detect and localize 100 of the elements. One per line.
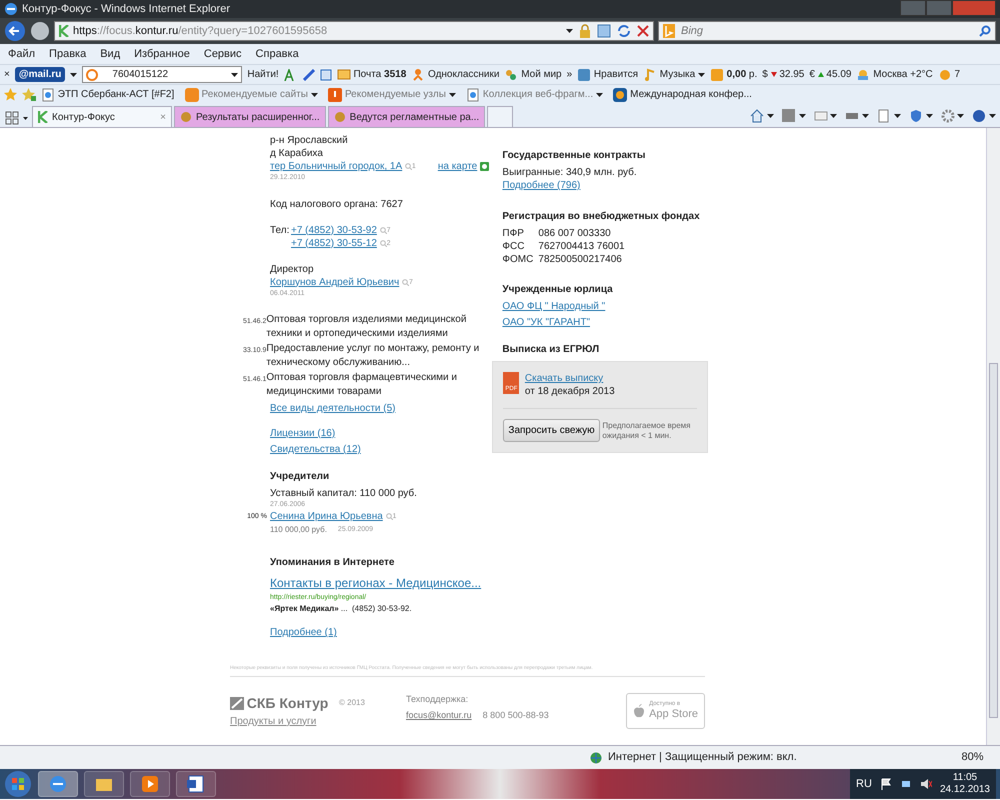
- magnifier-icon: [402, 278, 409, 286]
- email-link[interactable]: focus@kontur.ru: [406, 709, 472, 722]
- favorites-link[interactable]: Международная конфер...: [630, 87, 752, 102]
- favorites-link[interactable]: Рекомендуемые узлы: [344, 87, 456, 102]
- exclamation-icon: [328, 88, 342, 102]
- toolbar-item[interactable]: Москва +2°C: [873, 67, 933, 82]
- forward-button-icon[interactable]: [30, 21, 50, 41]
- search-icon[interactable]: [979, 25, 991, 37]
- toolbar-item[interactable]: Музыка: [660, 67, 696, 82]
- page-icon: [41, 88, 55, 102]
- envelope-icon[interactable]: [814, 108, 828, 122]
- dropdown-caret-icon: [310, 92, 318, 96]
- browser-tab[interactable]: Ведутся регламентные ра...: [328, 106, 486, 127]
- toolbar-item[interactable]: Одноклассники: [428, 67, 500, 82]
- menu-item[interactable]: Правка: [49, 46, 86, 62]
- search-box[interactable]: Bing: [658, 21, 996, 41]
- favorites-link[interactable]: Рекомендуемые сайты: [202, 87, 318, 102]
- shield-icon[interactable]: [908, 108, 923, 122]
- taskbar-app-button[interactable]: [176, 771, 216, 797]
- support-label: Техподдержка:: [406, 692, 470, 706]
- minimize-button[interactable]: [900, 0, 926, 16]
- mail-ru-logo[interactable]: @mail.ru: [14, 67, 66, 82]
- menu-item[interactable]: Вид: [100, 46, 120, 62]
- document-link[interactable]: Лицензии (16): [270, 428, 336, 439]
- address-link[interactable]: тер Больничный городок, 1А: [270, 160, 402, 173]
- refresh-icon[interactable]: [617, 24, 631, 38]
- stop-icon[interactable]: [637, 25, 649, 37]
- browser-tab[interactable]: Результаты расширенног...: [174, 106, 326, 127]
- settings-icon[interactable]: [940, 108, 954, 122]
- back-button-icon[interactable]: [4, 20, 26, 42]
- toolbar-item[interactable]: 32.95: [779, 67, 804, 82]
- emblem-icon: [334, 111, 346, 123]
- section-heading: Учредители: [270, 470, 330, 484]
- taskbar-app-button[interactable]: [84, 771, 124, 797]
- close-toolbar-button[interactable]: ×: [4, 67, 10, 82]
- search-field[interactable]: Bing: [679, 22, 975, 40]
- toolbar-item[interactable]: 7: [954, 67, 960, 82]
- products-link[interactable]: Продукты и услуги: [230, 716, 316, 727]
- toolbar-search-field[interactable]: 7604015122: [82, 66, 242, 83]
- magnifier-page-icon[interactable]: [320, 68, 332, 80]
- menu-item[interactable]: Сервис: [204, 46, 242, 62]
- taskbar-app-button[interactable]: [130, 771, 170, 797]
- phone-link[interactable]: +7 (4852) 30-55-12: [291, 236, 377, 250]
- clock[interactable]: 11:05 24.12.2013: [940, 772, 990, 796]
- close-button[interactable]: [952, 0, 996, 16]
- highlighter-icon[interactable]: [302, 68, 315, 80]
- document-link[interactable]: Свидетельства (12): [270, 444, 361, 455]
- more-link[interactable]: Подробнее (796): [502, 180, 580, 191]
- new-tab-button[interactable]: [487, 106, 514, 127]
- company-link[interactable]: ОАО ФЦ " Народный ": [502, 301, 606, 312]
- toolbar-item[interactable]: Почта 3518: [353, 67, 406, 82]
- zoom-level[interactable]: 80%: [961, 749, 984, 766]
- founder-link[interactable]: Сенина Ирина Юрьевна: [270, 510, 383, 524]
- add-favorite-icon[interactable]: [22, 88, 36, 101]
- scrollbar[interactable]: [986, 128, 1000, 745]
- contracts-text: Выигранные: 340,9 млн. руб.: [502, 166, 638, 179]
- company-link[interactable]: ОАО "УК "ГАРАНТ": [502, 317, 590, 328]
- favorites-star-icon[interactable]: [4, 88, 17, 101]
- language-indicator[interactable]: RU: [856, 776, 872, 792]
- menu-item[interactable]: Избранное: [134, 46, 190, 62]
- globe-icon: [590, 752, 602, 764]
- sun-cloud-icon: [856, 68, 870, 82]
- request-button[interactable]: Запросить свежую: [503, 419, 600, 442]
- browser-tab[interactable]: Контур-Фокус ×: [32, 106, 172, 127]
- more-link[interactable]: Подробнее (1): [270, 627, 337, 638]
- emblem-icon: [180, 111, 192, 123]
- toolbar-item[interactable]: 45.09: [826, 67, 852, 82]
- map-link[interactable]: на карте: [438, 160, 478, 173]
- menu-item[interactable]: Файл: [8, 46, 36, 62]
- toolbar-item[interactable]: Мой мир: [521, 67, 562, 82]
- maximize-button[interactable]: [926, 0, 952, 16]
- document-icon: [186, 774, 206, 794]
- favorites-link[interactable]: Коллекция веб-фрагм...: [482, 87, 603, 102]
- mention-link[interactable]: Контакты в регионах - Медицинское...: [270, 576, 482, 590]
- quick-tabs-icon[interactable]: [4, 109, 30, 127]
- page-icon[interactable]: [877, 108, 891, 122]
- scrollbar-thumb[interactable]: [989, 363, 998, 718]
- director-link[interactable]: Коршунов Андрей Юрьевич: [270, 276, 400, 288]
- mention-snippet: «Яртек Медикал» ... (4852) 30-53-92.: [270, 603, 413, 614]
- speaker-icon[interactable]: [920, 778, 932, 790]
- address-bar[interactable]: https://focus.kontur.ru/entity?query=1027601595658: [54, 21, 654, 41]
- toolbar-item[interactable]: Нравится: [594, 67, 638, 82]
- dropdown-caret-icon: [231, 72, 238, 76]
- flag-icon[interactable]: [880, 778, 892, 790]
- section-heading: Упоминания в Интернете: [270, 556, 396, 570]
- coin-icon: [938, 68, 952, 82]
- find-button[interactable]: Найти!: [247, 67, 279, 82]
- chevron-button[interactable]: »: [566, 67, 572, 82]
- home-icon[interactable]: [750, 108, 764, 122]
- start-button-icon[interactable]: [4, 770, 32, 798]
- dropdown-caret-icon: [766, 114, 774, 118]
- activities-link[interactable]: Все виды деятельности (5): [270, 402, 396, 414]
- phone-number: 8 800 500-88-93: [482, 709, 549, 722]
- menu-item[interactable]: Справка: [256, 46, 299, 62]
- copyright-text: © 2013: [339, 697, 365, 710]
- download-link[interactable]: Скачать выписку: [524, 373, 604, 384]
- phone-link[interactable]: +7 (4852) 30-53-92: [291, 224, 377, 236]
- toolbar-item[interactable]: 0,00 р.: [726, 67, 758, 82]
- section-heading: Выписка из ЕГРЮЛ: [502, 343, 600, 357]
- favorites-link[interactable]: ЭТП Сбербанк-АСТ [#F2]: [58, 87, 174, 102]
